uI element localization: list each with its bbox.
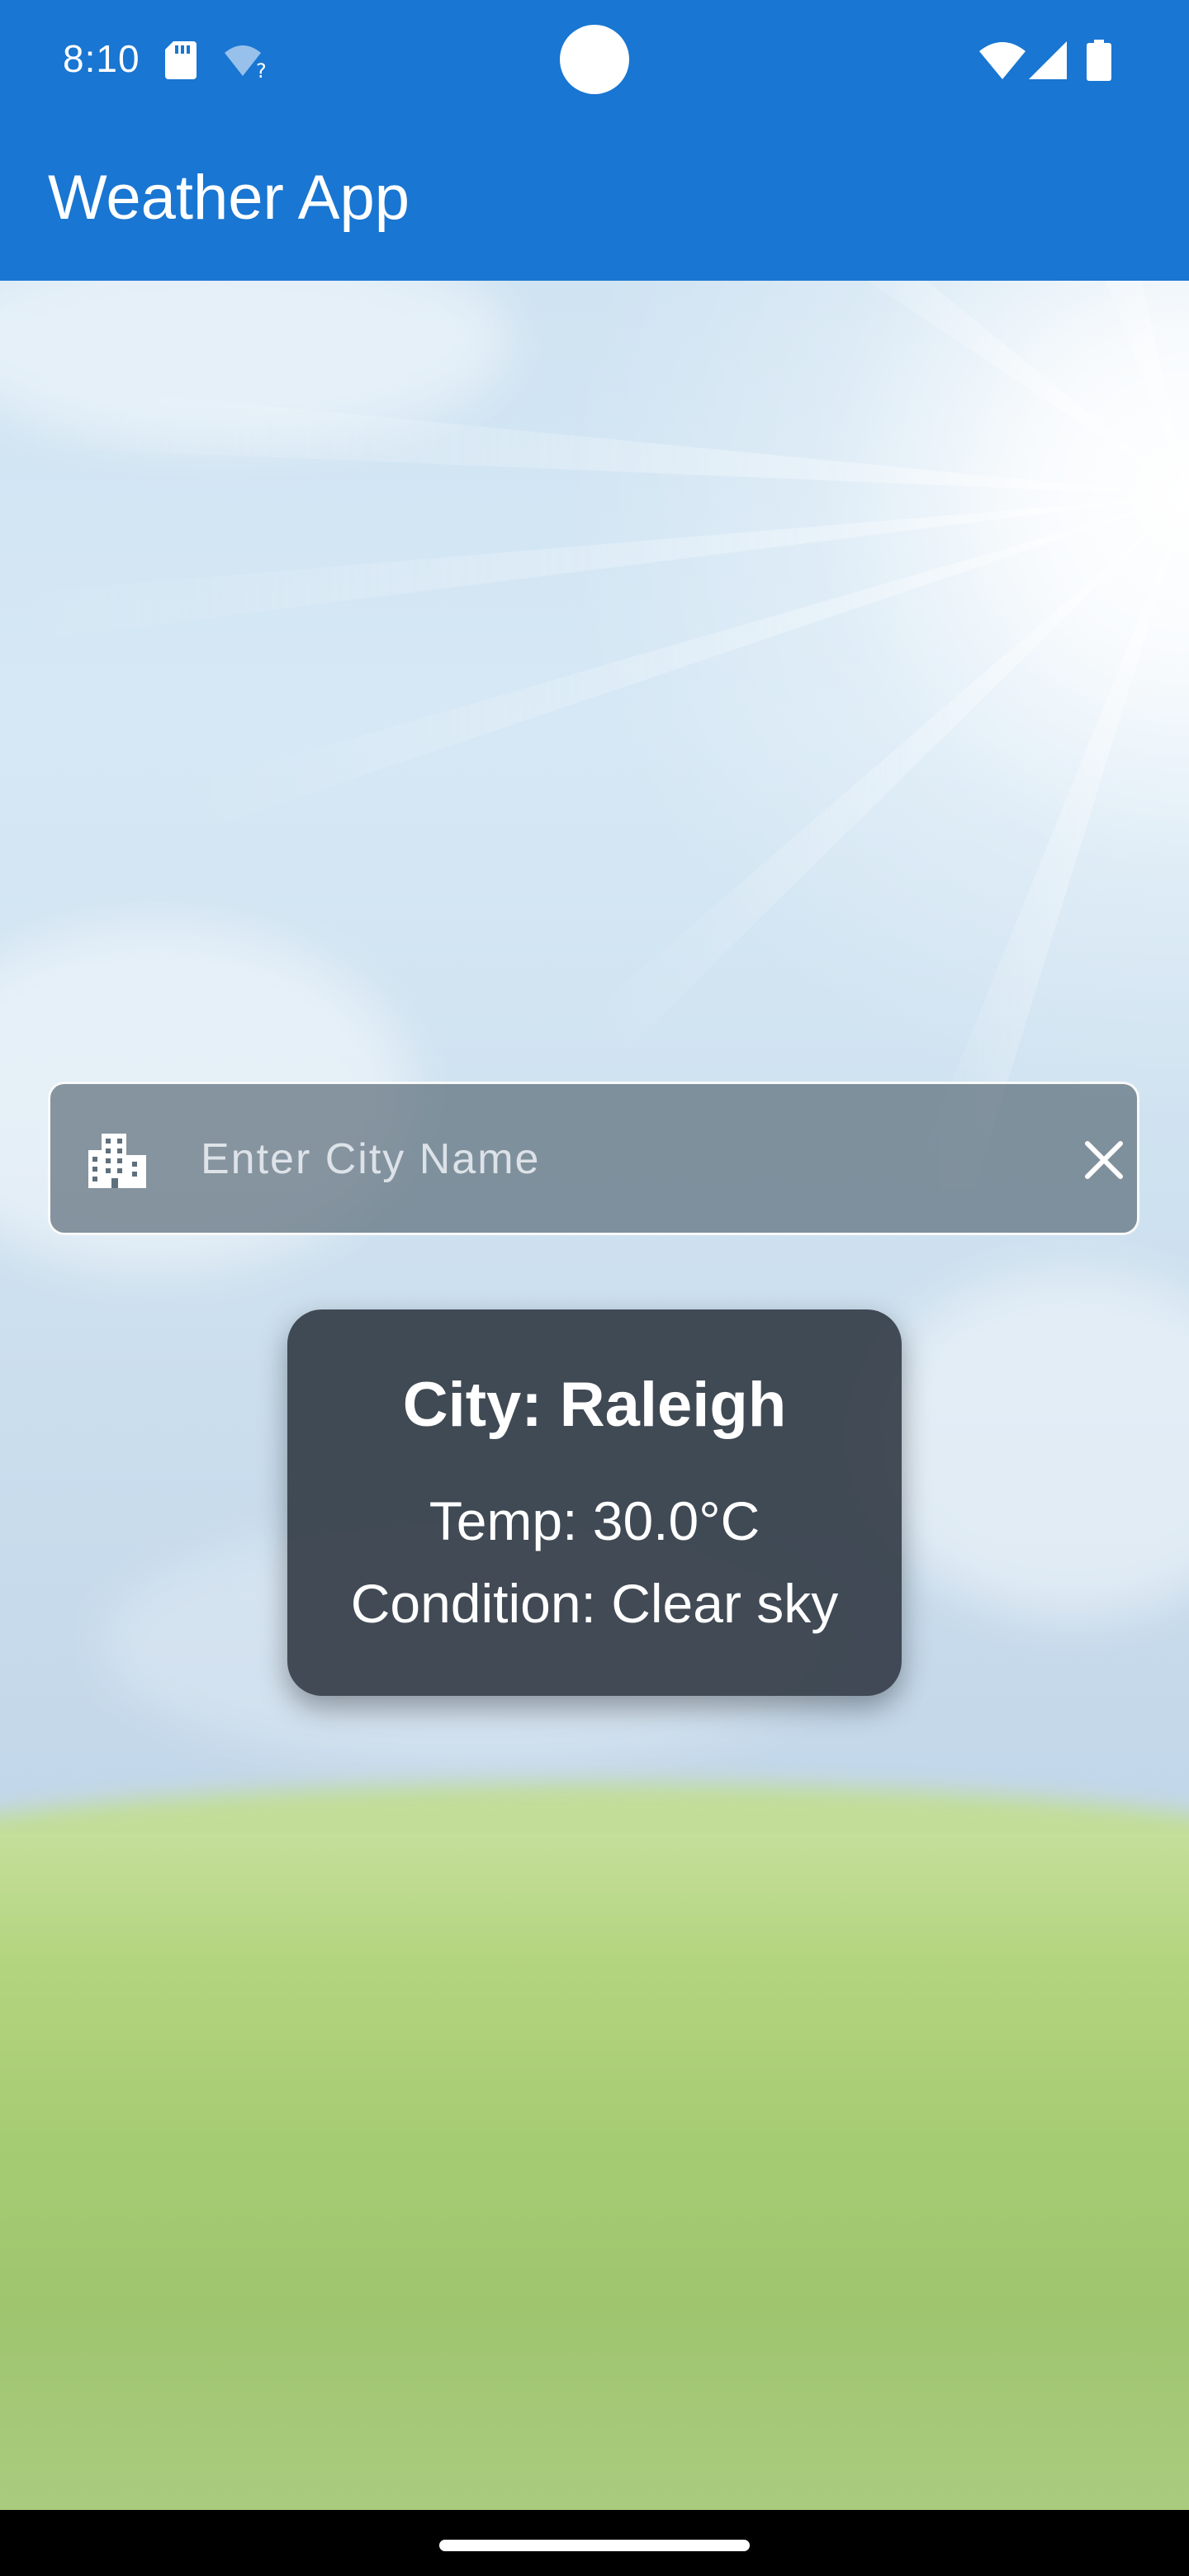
weather-card: City: Raleigh Temp: 30.0°C Condition: Cl… <box>287 1309 902 1696</box>
app-screen: 8:10 ? Weather App Enter City Name City:… <box>0 0 1189 2576</box>
temperature-label: Temp: 30.0°C <box>429 1490 760 1551</box>
status-bar: 8:10 ? <box>0 0 1189 124</box>
system-navigation-bar <box>0 2510 1189 2576</box>
camera-cutout <box>560 25 629 94</box>
app-title: Weather App <box>48 163 410 233</box>
wifi-question-icon: ? <box>225 45 267 79</box>
app-header: 8:10 ? Weather App <box>0 0 1189 281</box>
svg-text:?: ? <box>256 59 267 79</box>
status-time: 8:10 <box>63 37 140 80</box>
close-icon <box>1085 1141 1123 1179</box>
signal-icon <box>1029 41 1067 79</box>
city-search-field[interactable] <box>48 1082 1139 1235</box>
city-search-input[interactable] <box>199 1117 1028 1201</box>
clear-search-button[interactable] <box>1071 1127 1137 1193</box>
home-gesture-handle[interactable] <box>439 2540 750 2551</box>
condition-label: Condition: Clear sky <box>350 1573 839 1634</box>
battery-icon <box>1087 40 1111 81</box>
sd-card-icon <box>165 41 197 79</box>
grass-field <box>0 1833 1189 2510</box>
wifi-icon <box>979 42 1026 79</box>
city-icon <box>88 1134 146 1188</box>
city-label: City: Raleigh <box>402 1370 787 1440</box>
